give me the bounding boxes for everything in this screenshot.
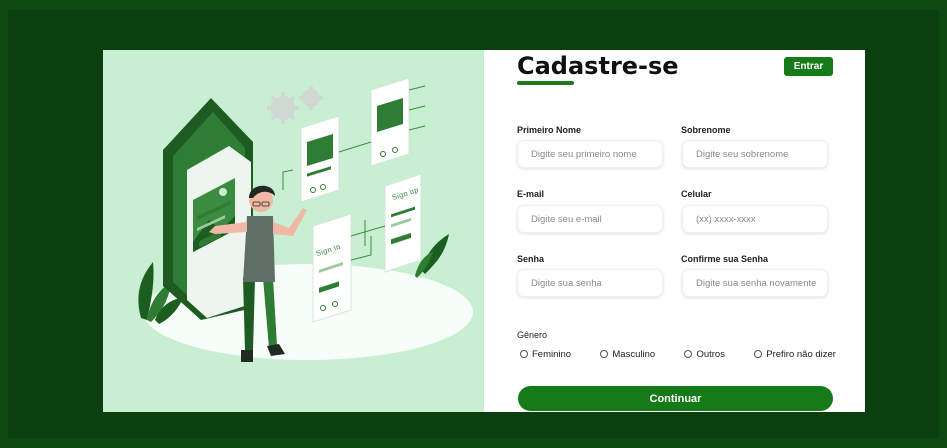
gender-option-prefiro-nao-dizer[interactable]: Prefiro não dizer bbox=[754, 349, 836, 360]
page-title: Cadastre-se bbox=[517, 52, 679, 80]
screen-card-signin: Sign in bbox=[312, 213, 352, 323]
gender-option-label: Prefiro não dizer bbox=[766, 348, 836, 360]
confirm-password-input[interactable] bbox=[682, 269, 828, 297]
signup-illustration: Sign up Sign in bbox=[138, 77, 473, 362]
continue-button[interactable]: Continuar bbox=[518, 386, 833, 411]
login-button[interactable]: Entrar bbox=[784, 57, 833, 76]
confirm-password-label: Confirme sua Senha bbox=[681, 254, 769, 264]
gender-option-outros[interactable]: Outros bbox=[684, 349, 725, 360]
password-input[interactable] bbox=[517, 269, 663, 297]
radio-button[interactable] bbox=[520, 350, 528, 358]
gender-option-label: Masculino bbox=[612, 348, 656, 360]
gender-label: Gênero bbox=[517, 330, 548, 340]
last-name-input[interactable] bbox=[682, 140, 828, 168]
phone-illustration bbox=[163, 98, 253, 320]
radio-button[interactable] bbox=[600, 350, 609, 358]
last-name-label: Sobrenome bbox=[681, 125, 731, 135]
screen-card-2 bbox=[370, 77, 426, 167]
title-underline bbox=[517, 81, 574, 85]
gender-radio-group: Feminino Masculino Outros Prefiro não di… bbox=[520, 347, 836, 361]
gender-option-masculino[interactable]: Masculino bbox=[600, 349, 655, 360]
signup-card: Sign up Sign in Cadastre-se Entrar Prime… bbox=[103, 50, 865, 412]
first-name-label: Primeiro Nome bbox=[517, 125, 582, 135]
gender-option-label: Outros bbox=[696, 348, 725, 360]
radio-button[interactable] bbox=[754, 350, 763, 358]
illustration-panel: Sign up Sign in bbox=[103, 50, 484, 412]
email-label: E-mail bbox=[517, 189, 545, 199]
form-panel: Cadastre-se Entrar Primeiro Nome Sobreno… bbox=[484, 50, 865, 412]
radio-button[interactable] bbox=[684, 350, 693, 358]
first-name-input[interactable] bbox=[517, 140, 663, 168]
screen-card-signup: Sign up bbox=[384, 173, 422, 273]
password-label: Senha bbox=[517, 254, 545, 264]
screen-card-1 bbox=[300, 115, 340, 203]
gear-icon bbox=[267, 86, 323, 124]
gender-option-label: Feminino bbox=[532, 348, 572, 360]
email-input[interactable] bbox=[517, 205, 663, 233]
phone-input[interactable] bbox=[682, 205, 828, 233]
phone-label: Celular bbox=[681, 189, 712, 199]
gender-option-feminino[interactable]: Feminino bbox=[520, 349, 571, 360]
